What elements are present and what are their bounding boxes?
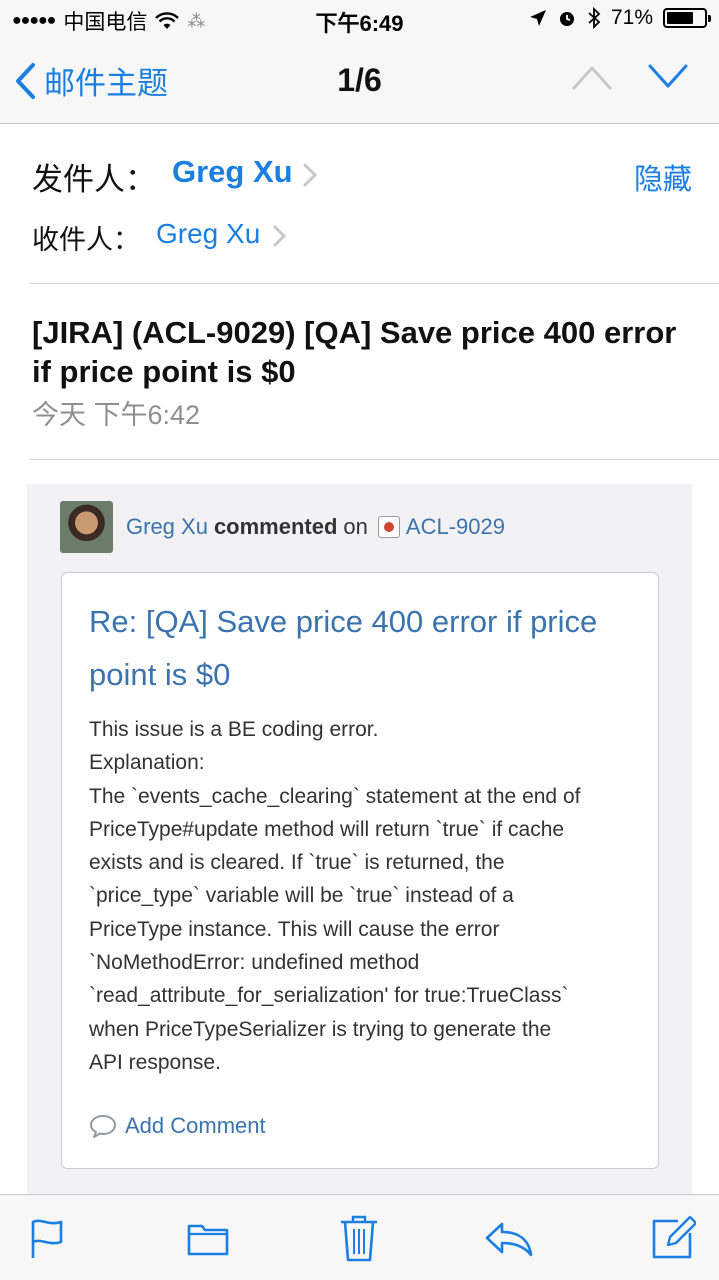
next-message-button[interactable] xyxy=(648,64,688,95)
comment-body-line: The `events_cache_clearing` statement at… xyxy=(89,784,581,808)
comment-body-line: `read_attribute_for_serialization' for t… xyxy=(89,984,569,1008)
comment-preposition: on xyxy=(343,514,368,539)
chevron-right-icon xyxy=(303,163,318,187)
hide-details-button[interactable]: 隐藏 xyxy=(634,156,692,198)
flag-button[interactable] xyxy=(22,1213,72,1263)
comment-body: This issue is a BE coding error. Explanat… xyxy=(89,713,649,1079)
compose-icon xyxy=(652,1215,696,1259)
bug-icon xyxy=(377,516,400,538)
chevron-left-icon xyxy=(16,62,35,99)
comment-body-line: exists and is cleared. If `true` is retu… xyxy=(89,851,505,875)
bluetooth-icon xyxy=(588,7,601,29)
compose-button[interactable] xyxy=(648,1213,698,1263)
chevron-right-icon xyxy=(273,225,287,247)
comment-body-line: API response. xyxy=(89,1050,221,1074)
battery-percent: 71% xyxy=(610,6,653,29)
reply-button[interactable] xyxy=(484,1213,534,1263)
issue-link[interactable]: ACL-9029 xyxy=(406,514,505,540)
comment-panel: Re: [QA] Save price 400 error if price p… xyxy=(61,572,659,1169)
flag-icon xyxy=(31,1219,63,1258)
header-divider xyxy=(30,283,719,284)
comment-body-line: This issue is a BE coding error. xyxy=(89,718,379,741)
subject-divider xyxy=(30,459,719,460)
speech-bubble-icon xyxy=(90,1115,116,1138)
add-comment-button[interactable]: Add Comment xyxy=(89,1113,266,1139)
battery-icon xyxy=(663,8,711,28)
trash-icon xyxy=(341,1215,377,1262)
folder-icon xyxy=(187,1224,229,1256)
message-date: 今天 下午6:42 xyxy=(32,400,201,430)
avatar xyxy=(60,501,113,553)
chevron-up-icon xyxy=(572,66,612,90)
comment-body-line: PriceType instance. This will cause the … xyxy=(89,917,500,941)
delete-button[interactable] xyxy=(334,1213,384,1263)
from-label: 发件人： xyxy=(32,162,156,197)
nav-bar: 邮件主题 1/6 xyxy=(0,40,719,124)
status-bar: ●●●●● 中国电信 ⁂ 下午6:49 71% xyxy=(0,0,719,40)
comment-header: Greg Xu commented on ACL-9029 xyxy=(126,514,505,540)
commenter-link[interactable]: Greg Xu xyxy=(126,514,208,540)
to-row: 收件人： Greg Xu xyxy=(32,216,692,256)
chevron-down-icon xyxy=(648,64,688,88)
comment-body-line: when PriceTypeSerializer is trying to ge… xyxy=(89,1017,552,1041)
location-arrow-icon xyxy=(529,10,546,26)
sender-name[interactable]: Greg Xu xyxy=(172,154,293,190)
from-row: 发件人： Greg Xu 隐藏 xyxy=(32,152,692,198)
comment-body-line: `price_type` variable will be `true` ins… xyxy=(89,884,514,908)
comment-body-line: `NoMethodError: undefined method xyxy=(89,951,420,975)
move-folder-button[interactable] xyxy=(183,1213,233,1263)
battery-fill xyxy=(667,12,693,24)
comment-body-line: Explanation: xyxy=(89,751,205,775)
back-button[interactable]: 邮件主题 xyxy=(14,58,168,103)
comment-body-line: PriceType#update method will return `tru… xyxy=(89,817,565,841)
comment-action: commented xyxy=(213,514,338,539)
status-right: 71% xyxy=(529,6,711,30)
bottom-toolbar xyxy=(0,1194,719,1280)
previous-message-button[interactable] xyxy=(572,64,612,95)
comment-title-link[interactable]: Re: [QA] Save price 400 error if price p… xyxy=(89,595,629,701)
recipient-name[interactable]: Greg Xu xyxy=(156,218,260,250)
add-comment-label: Add Comment xyxy=(125,1113,266,1138)
message-subject: [JIRA] (ACL-9029) [QA] Save price 400 er… xyxy=(32,315,677,389)
alarm-icon xyxy=(559,12,574,26)
reply-icon xyxy=(485,1222,533,1257)
to-label: 收件人： xyxy=(32,225,140,255)
back-button-label: 邮件主题 xyxy=(44,66,168,101)
